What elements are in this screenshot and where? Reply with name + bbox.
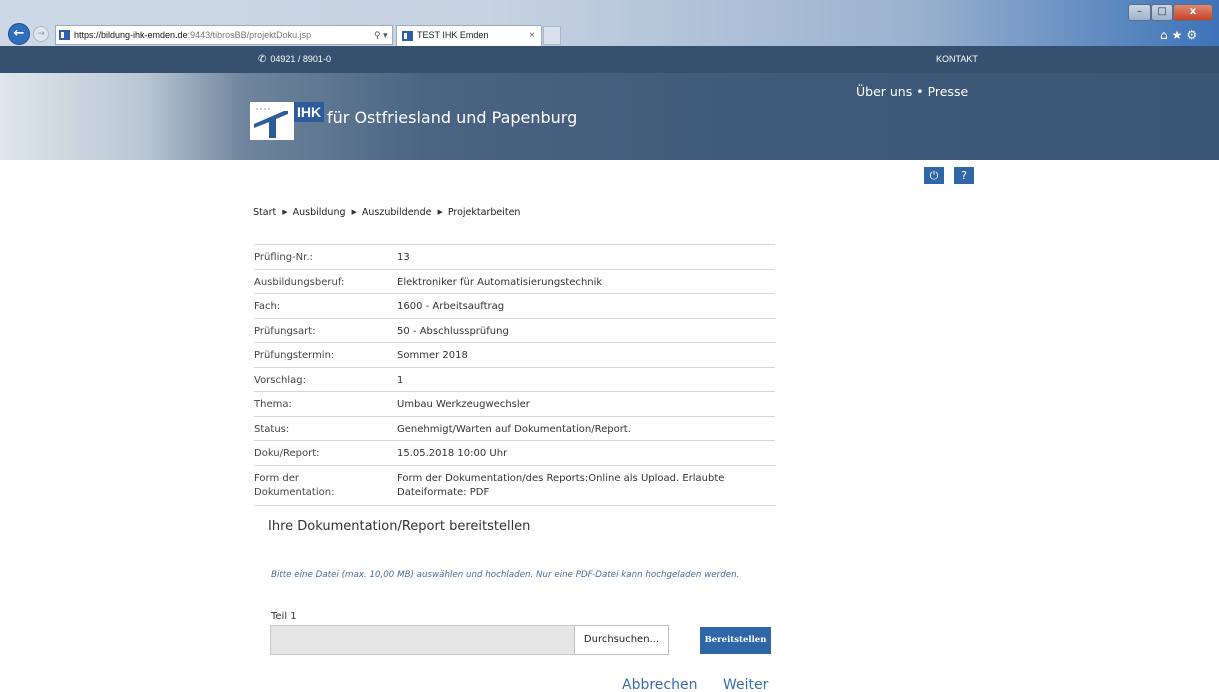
row-label: Ausbildungsberuf: xyxy=(254,276,345,288)
browse-button[interactable]: Durchsuchen... xyxy=(574,625,669,655)
tab-title: TEST IHK Emden xyxy=(417,30,489,40)
browser-chrome: ← → https://bildung-ihk-emden.de:9443/ti… xyxy=(0,0,1219,46)
upload-section-title: Ihre Dokumentation/Report bereitstellen xyxy=(268,519,531,534)
site-topbar: ✆ 04921 / 8901-0 KONTAKT xyxy=(0,46,1219,73)
table-row: Ausbildungsberuf: Elektroniker für Automa… xyxy=(254,268,775,294)
breadcrumb-ausbildung[interactable]: Ausbildung xyxy=(293,207,346,218)
ihk-logo-icon[interactable] xyxy=(250,102,294,140)
breadcrumb-separator-icon: ▶ xyxy=(351,208,357,216)
site-favicon-icon xyxy=(59,30,70,40)
row-label: Form der Dokumentation: xyxy=(254,472,335,498)
table-row: Prüfungsart: 50 - Abschlussprüfung xyxy=(254,317,775,343)
address-tools-icon[interactable]: ⚲ ▾ 🔒 ↻ xyxy=(374,26,392,44)
table-row: Vorschlag: 1 xyxy=(254,366,775,392)
phone-number: 04921 / 8901-0 xyxy=(270,54,331,64)
breadcrumb: Start ▶ Ausbildung ▶ Auszubildende ▶ Projektar… xyxy=(253,207,520,218)
breadcrumb-auszubildende[interactable]: Auszubildende xyxy=(362,207,432,218)
table-row: Thema: Umbau Werkzeugwechsler xyxy=(254,391,775,416)
next-link[interactable]: Weiter xyxy=(723,677,768,692)
url-path: :9443/tibrosBB/projektDoku.jsp xyxy=(187,30,312,40)
power-logout-icon[interactable]: ⏻ xyxy=(924,167,944,184)
row-value: Form der Dokumentation/des Reports:Onlin… xyxy=(397,472,725,498)
table-row: Form der Dokumentation: Form der Dokument… xyxy=(254,464,775,506)
row-label: Vorschlag: xyxy=(254,374,306,386)
window-minimize-button[interactable]: – xyxy=(1128,4,1151,21)
row-value: 15.05.2018 10:00 Uhr xyxy=(397,448,508,459)
table-row: Prüfungstermin: Sommer 2018 xyxy=(254,342,775,367)
back-arrow-icon[interactable]: ← xyxy=(8,23,30,45)
part-label: Teil 1 xyxy=(271,611,297,622)
table-row: Fach: 1600 - Arbeitsauftrag xyxy=(254,293,775,318)
help-icon[interactable]: ? xyxy=(954,167,974,184)
row-value: Elektroniker für Automatisierungstechnik xyxy=(397,276,603,288)
row-value: 50 - Abschlussprüfung xyxy=(397,325,509,337)
address-bar[interactable]: https://bildung-ihk-emden.de:9443/tibros… xyxy=(55,25,393,45)
browser-tab[interactable]: TEST IHK Emden × xyxy=(396,25,542,46)
bereitstellen-button[interactable]: Bereitstellen xyxy=(700,627,771,654)
table-row: Prüfling-Nr.: 13 xyxy=(254,244,775,269)
kontakt-link[interactable]: KONTAKT xyxy=(936,54,978,64)
file-path-input[interactable] xyxy=(270,625,574,655)
browser-window: ← → https://bildung-ihk-emden.de:9443/ti… xyxy=(0,0,1219,692)
tab-close-icon[interactable]: × xyxy=(529,26,535,45)
window-maximize-button[interactable]: □ xyxy=(1151,4,1173,21)
site-header: IHK für Ostfriesland und Papenburg Über … xyxy=(0,73,1219,160)
cancel-link[interactable]: Abbrechen xyxy=(622,677,697,692)
phone-contact[interactable]: ✆ 04921 / 8901-0 xyxy=(258,54,331,65)
home-star-gear-icon[interactable]: ⌂★⚙ xyxy=(1160,28,1201,42)
logo-organization-name: für Ostfriesland und Papenburg xyxy=(327,108,578,127)
row-label: Status: xyxy=(254,423,290,435)
breadcrumb-projektarbeiten[interactable]: Projektarbeiten xyxy=(448,207,521,218)
phone-icon: ✆ xyxy=(258,54,267,65)
forward-arrow-icon[interactable]: → xyxy=(33,26,49,42)
row-label: Doku/Report: xyxy=(254,448,320,459)
row-value: Umbau Werkzeugwechsler xyxy=(397,399,530,410)
row-value: Sommer 2018 xyxy=(397,350,468,361)
row-value: 1600 - Arbeitsauftrag xyxy=(397,301,505,312)
url-host: https://bildung-ihk-emden.de xyxy=(74,30,188,40)
new-tab-button[interactable] xyxy=(543,26,561,45)
row-label: Prüfungstermin: xyxy=(254,350,335,361)
row-label: Prüfungsart: xyxy=(254,325,316,337)
breadcrumb-start[interactable]: Start xyxy=(253,207,276,218)
logo-ihk-label[interactable]: IHK xyxy=(294,102,324,122)
table-row: Status: Genehmigt/Warten auf Dokumentatio… xyxy=(254,415,775,441)
row-label: Thema: xyxy=(254,399,292,410)
row-value: 1 xyxy=(397,374,404,386)
window-close-button[interactable]: x xyxy=(1173,4,1213,21)
tab-favicon-icon xyxy=(402,31,413,41)
breadcrumb-separator-icon: ▶ xyxy=(437,208,443,216)
header-links[interactable]: Über uns • Presse xyxy=(856,84,968,99)
table-row: Doku/Report: 15.05.2018 10:00 Uhr xyxy=(254,440,775,465)
breadcrumb-separator-icon: ▶ xyxy=(282,208,288,216)
row-label: Prüfling-Nr.: xyxy=(254,252,313,263)
row-label: Fach: xyxy=(254,301,281,312)
upload-hint: Bitte eine Datei (max. 10,00 MB) auswähl… xyxy=(271,570,740,580)
project-details-table: Prüfling-Nr.: 13 Ausbildungsberuf: Elektro… xyxy=(254,244,775,506)
row-value: 13 xyxy=(397,252,410,263)
row-value: Genehmigt/Warten auf Dokumentation/Repor… xyxy=(397,423,631,435)
